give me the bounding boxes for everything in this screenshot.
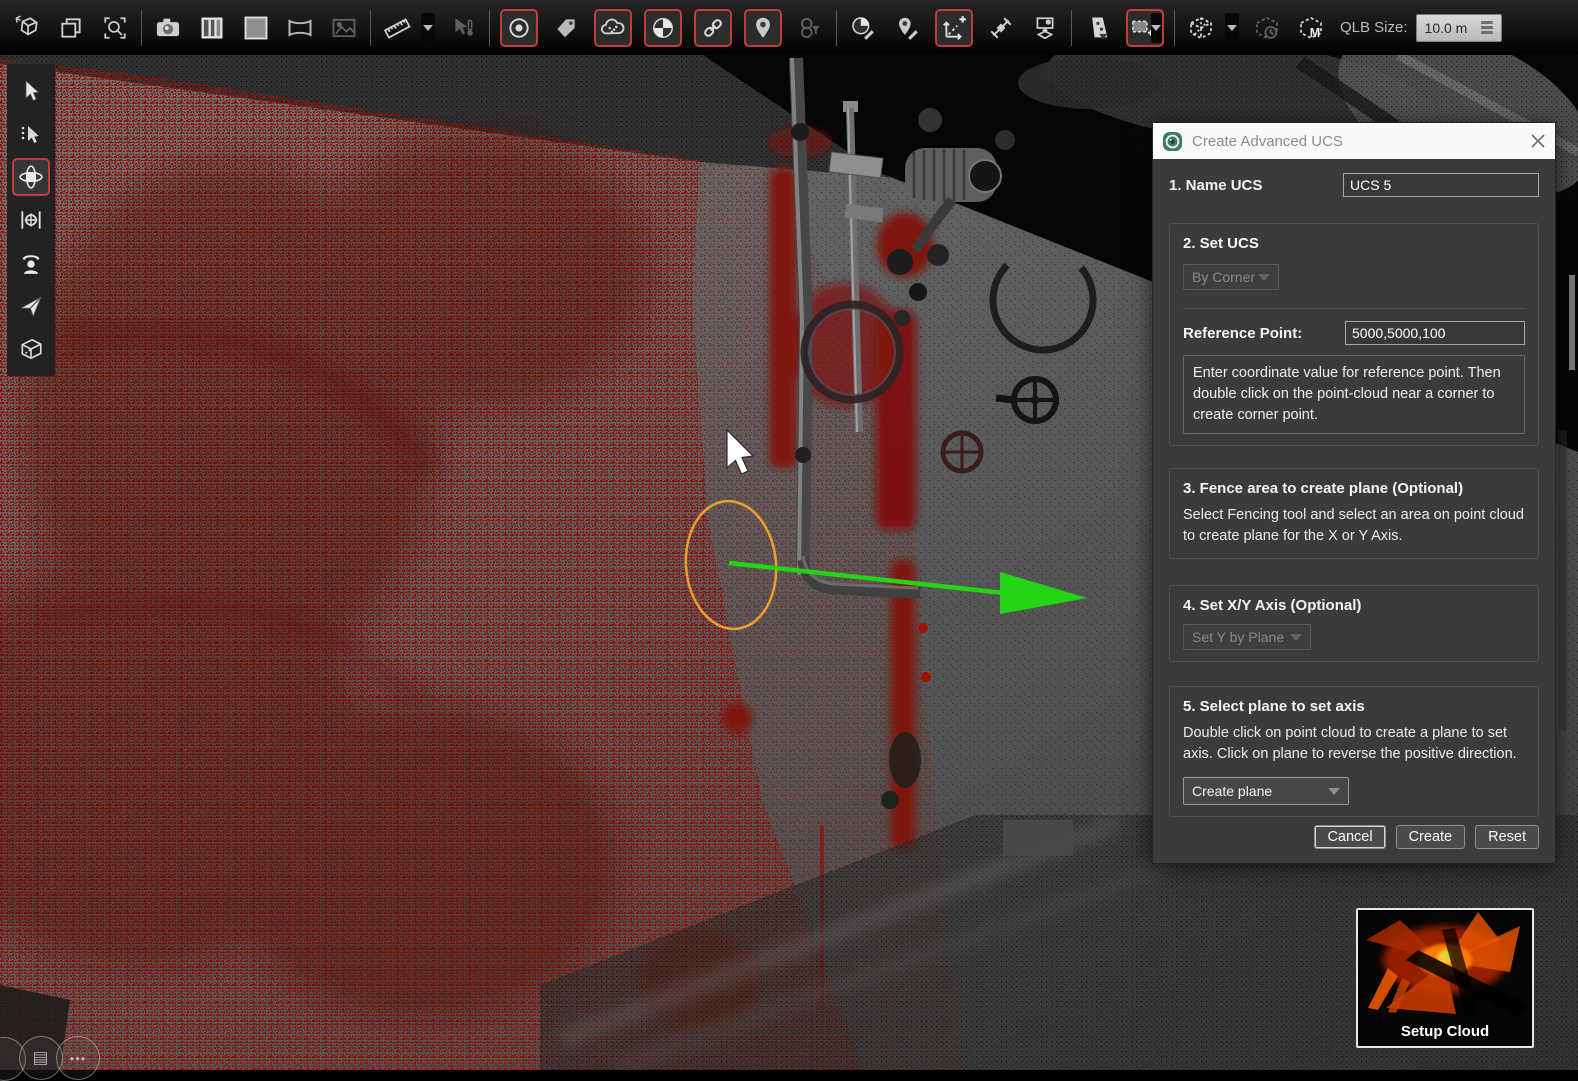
valve-handwheel-2	[943, 433, 981, 471]
qlb-size-input[interactable]: 10.0 m	[1416, 14, 1502, 42]
clipping-box-m-icon[interactable]: M	[1295, 12, 1327, 44]
set-axis-dropdown: Set Y by Plane	[1183, 624, 1311, 650]
rectangle-select-dropdown[interactable]	[1151, 13, 1162, 43]
ruler-icon[interactable]	[381, 12, 413, 44]
chevron-down-icon	[1258, 274, 1270, 281]
select-cursor-tool[interactable]	[12, 72, 50, 110]
chevron-down-icon	[1328, 788, 1340, 795]
name-ucs-input[interactable]	[1343, 173, 1539, 197]
more-options-icon: •••	[70, 1051, 87, 1066]
dialog-title-bar[interactable]: Create Advanced UCS	[1153, 123, 1555, 159]
fence-area-section: 3. Fence area to create plane (Optional)…	[1169, 468, 1539, 559]
name-ucs-label: 1. Name UCS	[1169, 177, 1262, 194]
clipping-box-history-icon	[1251, 12, 1283, 44]
svg-text:M: M	[1310, 25, 1320, 39]
rectangle-select-tool[interactable]	[1126, 9, 1164, 47]
split-view-icon[interactable]	[196, 12, 228, 44]
tag-icon[interactable]	[550, 12, 582, 44]
solid-view-icon[interactable]	[240, 12, 272, 44]
export-view-icon[interactable]	[1029, 12, 1061, 44]
reference-point-help: Enter coordinate value for reference poi…	[1183, 355, 1525, 434]
cancel-button[interactable]: Cancel	[1314, 825, 1385, 849]
snapshot-camera-icon[interactable]	[152, 12, 184, 44]
cascade-windows-icon[interactable]	[55, 12, 87, 44]
create-plane-value: Create plane	[1192, 783, 1272, 799]
create-advanced-ucs-dialog: Create Advanced UCS 1. Name UCS 2. Set U…	[1152, 122, 1556, 864]
orbit-tool[interactable]	[12, 158, 50, 196]
probe-cursor-icon	[447, 12, 479, 44]
orient-view-icon[interactable]	[11, 12, 43, 44]
qlb-spinner[interactable]	[1481, 21, 1493, 34]
toolbar-separator	[1071, 10, 1072, 46]
polygon-filter-icon[interactable]	[1082, 12, 1114, 44]
clipping-box-icon[interactable]	[1185, 12, 1217, 44]
select-plane-label: 5. Select plane to set axis	[1183, 698, 1525, 715]
setup-cloud-preview-image	[1358, 910, 1532, 1020]
create-button[interactable]: Create	[1396, 825, 1466, 849]
panorama-icon: ▤	[32, 1048, 49, 1068]
set-ucs-value: By Corner	[1192, 269, 1255, 285]
edit-pie-icon[interactable]	[847, 12, 879, 44]
app-logo-icon	[1162, 131, 1183, 152]
set-ucs-label: 2. Set UCS	[1183, 235, 1525, 252]
setup-cloud-label: Setup Cloud	[1358, 1023, 1532, 1040]
fence-area-help: Select Fencing tool and select an area o…	[1183, 505, 1525, 547]
select-plane-section: 5. Select plane to set axis Double click…	[1169, 686, 1539, 817]
set-ucs-section: 2. Set UCS By Corner Reference Point: En…	[1169, 223, 1539, 446]
reset-button[interactable]: Reset	[1475, 825, 1539, 849]
set-ucs-dropdown: By Corner	[1183, 264, 1279, 290]
navigation-sidebar	[7, 64, 55, 376]
look-around-tool[interactable]	[12, 244, 50, 282]
create-plane-dropdown[interactable]: Create plane	[1183, 777, 1349, 805]
nav-more-button[interactable]: •••	[56, 1036, 100, 1080]
qlb-size-label: QLB Size:	[1340, 20, 1408, 36]
image-view-icon	[328, 12, 360, 44]
reference-point-label: Reference Point:	[1183, 325, 1302, 342]
location-pin-icon[interactable]	[744, 9, 782, 47]
select-plane-help: Double click on point cloud to create a …	[1183, 723, 1525, 765]
set-axis-value: Set Y by Plane	[1192, 629, 1284, 645]
fence-area-label: 3. Fence area to create plane (Optional)	[1183, 480, 1525, 497]
set-axis-section: 4. Set X/Y Axis (Optional) Set Y by Plan…	[1169, 585, 1539, 662]
link-icon[interactable]	[694, 9, 732, 47]
pan-constrained-tool[interactable]	[12, 201, 50, 239]
clipping-box-dropdown[interactable]	[1225, 13, 1239, 43]
toolbar-separator	[1174, 10, 1175, 46]
toolbar-separator	[836, 10, 837, 46]
fly-tool[interactable]	[12, 287, 50, 325]
point-cloud-icon[interactable]	[594, 9, 632, 47]
edit-pin-icon[interactable]	[891, 12, 923, 44]
reference-point-input[interactable]	[1345, 321, 1525, 345]
toolbar-separator	[370, 10, 371, 46]
select-visible-cursor-tool[interactable]	[12, 115, 50, 153]
qlb-size-value: 10.0 m	[1425, 20, 1468, 36]
main-toolbar: M QLB Size: 10.0 m	[0, 0, 1578, 55]
distance-icon[interactable]	[985, 12, 1017, 44]
target-checker-icon[interactable]	[644, 9, 682, 47]
filter-points-icon	[794, 12, 826, 44]
set-axis-label: 4. Set X/Y Axis (Optional)	[1183, 597, 1525, 614]
toolbar-separator	[141, 10, 142, 46]
examine-cube-tool[interactable]	[12, 330, 50, 368]
scan-point-icon[interactable]	[500, 9, 538, 47]
ruler-dropdown[interactable]	[421, 13, 435, 43]
setup-cloud-thumbnail[interactable]: Setup Cloud	[1356, 908, 1534, 1048]
chevron-down-icon	[1290, 634, 1302, 641]
zoom-region-icon[interactable]	[99, 12, 131, 44]
dialog-title: Create Advanced UCS	[1192, 133, 1521, 150]
create-axis-icon[interactable]	[935, 9, 973, 47]
toolbar-separator	[489, 10, 490, 46]
close-icon[interactable]	[1530, 133, 1546, 149]
panorama-view-icon[interactable]	[284, 12, 316, 44]
